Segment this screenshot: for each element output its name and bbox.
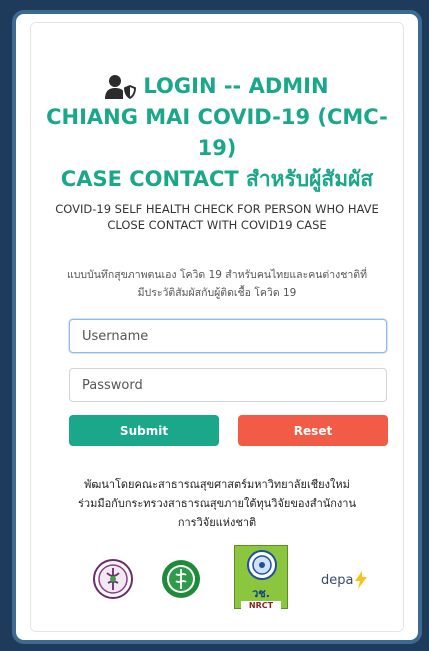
thai-subtitle: แบบบันทึกสุขภาพตนเอง โควิด 19 สำหรับคนไท… [45,266,389,302]
ministry-of-public-health-logo [162,560,200,598]
username-input[interactable] [69,319,387,353]
partner-logos: วช. NRCT depa [31,545,403,615]
depa-bolt-icon [355,571,368,589]
nrct-thai-label: วช. [252,587,270,600]
nrct-emblem-icon [247,550,277,580]
title-line-3: CASE CONTACT สำหรับผู้สัมผัส [60,167,374,191]
thai-subtitle-line-2: มีประวัติสัมผัสกับผู้ติดเชื้อ โควิด 19 [137,287,297,299]
nrct-logo: วช. NRCT [234,545,288,611]
submit-button[interactable]: Submit [69,415,219,446]
title-line-1: LOGIN -- ADMIN [143,74,329,98]
credit-text: พัฒนาโดยคณะสาธารณสุขศาสตร์มหาวิทยาลัยเชี… [61,475,373,532]
credit-line-2: ร่วมมือกับกระทรวงสาธารณสุขภายใต้ทุนวิจัย… [77,497,356,510]
password-input[interactable] [69,368,387,402]
english-subtitle: COVID-19 SELF HEALTH CHECK FOR PERSON WH… [55,202,379,232]
credit-line-3: การวิจัยแห่งชาติ [177,516,257,529]
login-panel: LOGIN -- ADMIN CHIANG MAI COVID-19 (CMC-… [30,22,404,632]
depa-label: depa [321,572,354,588]
user-shield-icon [105,74,137,99]
title-line-2: CHIANG MAI COVID-19 (CMC-19) [46,105,388,160]
page-title: LOGIN -- ADMIN CHIANG MAI COVID-19 (CMC-… [31,71,403,195]
reset-button[interactable]: Reset [238,415,388,446]
depa-logo: depa [321,571,368,589]
nrct-label: NRCT [241,601,281,611]
public-health-faculty-logo [93,559,133,599]
thai-subtitle-line-1: แบบบันทึกสุขภาพตนเอง โควิด 19 สำหรับคนไท… [66,269,368,281]
credit-line-1: พัฒนาโดยคณะสาธารณสุขศาสตร์มหาวิทยาลัยเชี… [84,478,350,491]
login-card: LOGIN -- ADMIN CHIANG MAI COVID-19 (CMC-… [12,10,422,644]
